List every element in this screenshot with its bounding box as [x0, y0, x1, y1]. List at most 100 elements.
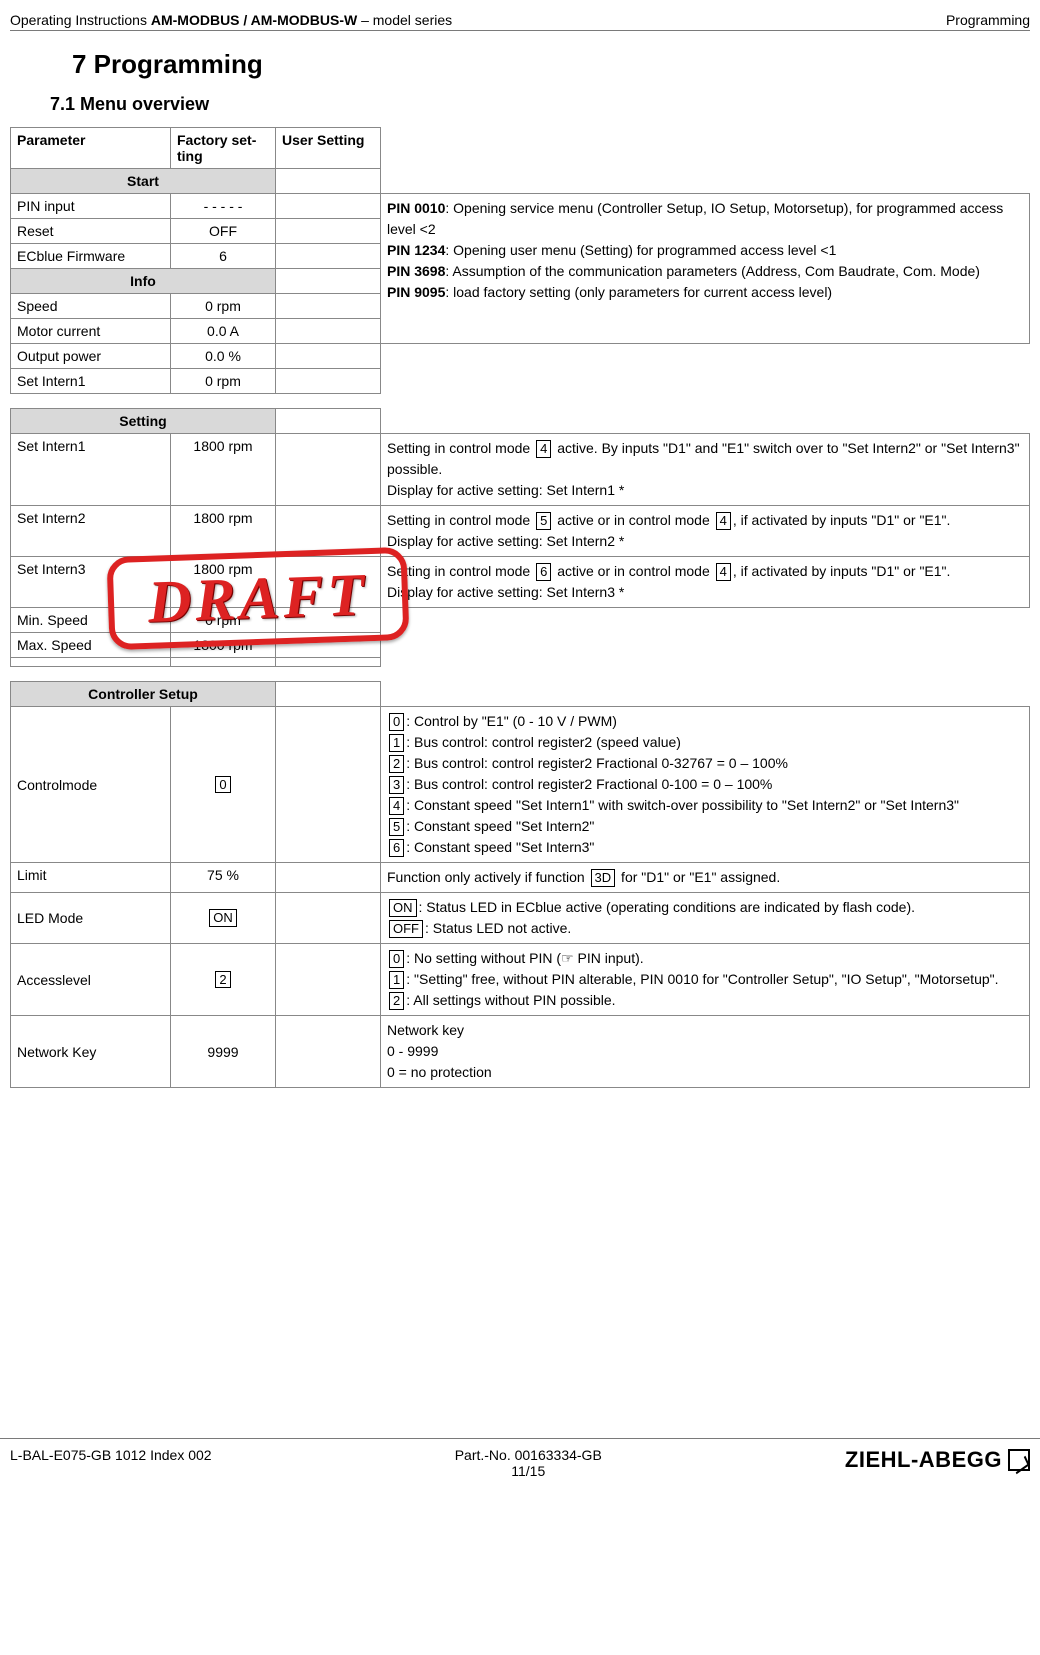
box-on: ON: [389, 899, 417, 917]
box-1: 1: [389, 971, 404, 989]
factory-max-speed: 1800 rpm: [171, 633, 276, 658]
desc-si3-b: active or in control mode: [553, 563, 713, 579]
pin-9095-text: : load factory setting (only parameters …: [445, 284, 832, 300]
factory-motor-current: 0.0 A: [171, 319, 276, 344]
factory-set-intern1: 1800 rpm: [171, 434, 276, 506]
desc-limit: Function only actively if function 3D fo…: [381, 863, 1030, 893]
desc-controlmode: 0: Control by "E1" (0 - 10 V / PWM) 1: B…: [381, 707, 1030, 863]
col-parameter: Parameter: [11, 128, 171, 169]
factory-min-speed: 0 rpm: [171, 608, 276, 633]
brand-icon: [1008, 1449, 1030, 1471]
pin-1234-text: : Opening user menu (Setting) for progra…: [445, 242, 836, 258]
section-start: Start: [11, 169, 276, 194]
led-on-text: : Status LED in ECblue active (operating…: [419, 899, 916, 915]
box-2: 2: [389, 755, 404, 773]
al-l1: : "Setting" free, without PIN alterable,…: [406, 971, 998, 987]
user-output-power: [276, 344, 381, 369]
col-user-label: User Setting: [282, 132, 364, 148]
menu-table-2: Setting Set Intern1 1800 rpm Setting in …: [10, 408, 1030, 667]
page-footer: L-BAL-E075-GB 1012 Index 002 Part.-No. 0…: [0, 1438, 1040, 1497]
factory-output-power: 0.0 %: [171, 344, 276, 369]
param-speed: Speed: [11, 294, 171, 319]
nk-l2: 0 - 9999: [387, 1043, 438, 1059]
box-3: 3: [389, 776, 404, 794]
factory-limit: 75 %: [171, 863, 276, 893]
box-1: 1: [389, 734, 404, 752]
chapter-title: 7 Programming: [72, 49, 1030, 80]
al-l0: : No setting without PIN (☞ PIN input).: [406, 950, 643, 966]
factory-led-mode: ON: [171, 893, 276, 944]
brand-logo: ZIEHL-ABEGG: [845, 1447, 1030, 1473]
box-5: 5: [536, 512, 551, 530]
user-pin-input: [276, 194, 381, 219]
user-motor-current: [276, 319, 381, 344]
col-desc-spacer: [381, 128, 1030, 169]
box-0: 0: [389, 950, 404, 968]
param-min-speed: Min. Speed: [11, 608, 171, 633]
box-6: 6: [536, 563, 551, 581]
pin-0010-text: : Opening service menu (Controller Setup…: [387, 200, 1003, 237]
user-set-intern1-info: [276, 369, 381, 394]
pin-9095-label: PIN 9095: [387, 284, 445, 300]
menu-table-1: Parameter Factory set- ting User Setting…: [10, 127, 1030, 394]
cm-l3: : Bus control: control register2 Fractio…: [406, 776, 772, 792]
led-off-text: : Status LED not active.: [425, 920, 571, 936]
empty-cell: [381, 369, 1030, 394]
user-ecblue: [276, 244, 381, 269]
nk-l1: Network key: [387, 1022, 464, 1038]
cm-l4: : Constant speed "Set Intern1" with swit…: [406, 797, 959, 813]
desc-si3-a: Setting in control mode: [387, 563, 534, 579]
limit-a: Function only actively if function: [387, 869, 589, 885]
box-off: OFF: [389, 920, 423, 938]
footer-partno: Part.-No. 00163334-GB: [455, 1447, 602, 1463]
desc-si2-a: Setting in control mode: [387, 512, 534, 528]
param-set-intern1-info: Set Intern1: [11, 369, 171, 394]
param-limit: Limit: [11, 863, 171, 893]
factory-network-key: 9999: [171, 1016, 276, 1088]
empty-cell: [381, 633, 1030, 658]
brand-text: ZIEHL-ABEGG: [845, 1447, 1002, 1473]
user-speed: [276, 294, 381, 319]
pin-1234-label: PIN 1234: [387, 242, 445, 258]
factory-ecblue: 6: [171, 244, 276, 269]
param-led-mode: LED Mode: [11, 893, 171, 944]
empty-cell: [381, 608, 1030, 633]
param-reset: Reset: [11, 219, 171, 244]
section-info: Info: [11, 269, 276, 294]
param-network-key: Network Key: [11, 1016, 171, 1088]
user-network-key: [276, 1016, 381, 1088]
factory-speed: 0 rpm: [171, 294, 276, 319]
user-set-intern2: [276, 506, 381, 557]
box-5: 5: [389, 818, 404, 836]
empty-cell: [381, 344, 1030, 369]
desc-si2-c: , if activated by inputs "D1" or "E1".: [733, 512, 951, 528]
empty-cell: [276, 409, 381, 434]
nk-l3: 0 = no protection: [387, 1064, 492, 1080]
header-left-post: – model series: [357, 12, 452, 28]
param-motor-current: Motor current: [11, 319, 171, 344]
cm-l1: : Bus control: control register2 (speed …: [406, 734, 681, 750]
param-accesslevel: Accesslevel: [11, 944, 171, 1016]
factory-set-intern1-info: 0 rpm: [171, 369, 276, 394]
section-controller: Controller Setup: [11, 682, 276, 707]
param-output-power: Output power: [11, 344, 171, 369]
desc-si3-c: , if activated by inputs "D1" or "E1".: [733, 563, 951, 579]
empty-cell: [381, 658, 1030, 667]
box-0: 0: [389, 713, 404, 731]
footer-left: L-BAL-E075-GB 1012 Index 002: [10, 1447, 212, 1463]
factory-controlmode: 0: [171, 707, 276, 863]
user-led-mode: [276, 893, 381, 944]
box-4: 4: [536, 440, 551, 458]
param-pin-input: PIN input: [11, 194, 171, 219]
param-controlmode: Controlmode: [11, 707, 171, 863]
cm-l0: : Control by "E1" (0 - 10 V / PWM): [406, 713, 617, 729]
desc-si1-a: Setting in control mode: [387, 440, 534, 456]
footer-center: Part.-No. 00163334-GB 11/15: [455, 1447, 602, 1479]
user-controlmode: [276, 707, 381, 863]
cm-l6: : Constant speed "Set Intern3": [406, 839, 594, 855]
user-limit: [276, 863, 381, 893]
param-max-speed: Max. Speed: [11, 633, 171, 658]
al-l2: : All settings without PIN possible.: [406, 992, 615, 1008]
box-on: ON: [209, 909, 237, 927]
desc-accesslevel: 0: No setting without PIN (☞ PIN input).…: [381, 944, 1030, 1016]
